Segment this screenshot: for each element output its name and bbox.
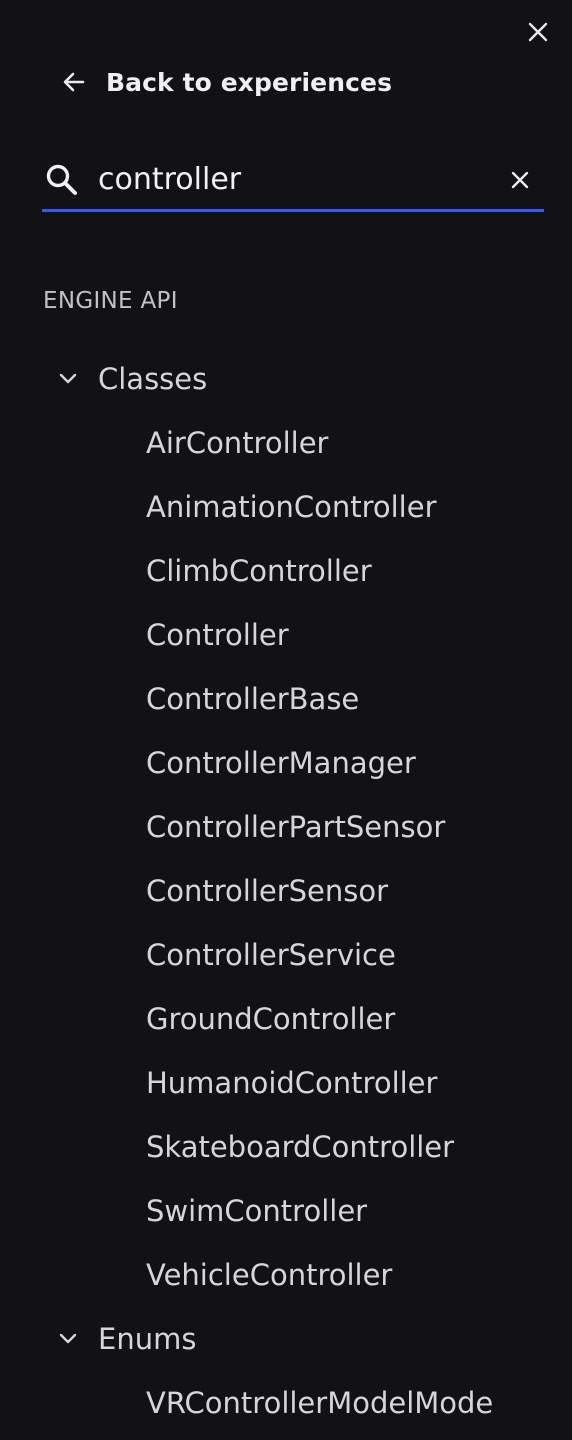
tree-item-label: VRControllerModelMode bbox=[146, 1386, 494, 1420]
back-to-experiences-link[interactable]: Back to experiences bbox=[58, 60, 392, 104]
tree-item-label: ControllerPartSensor bbox=[146, 810, 446, 844]
tree-item[interactable]: VehicleController bbox=[0, 1243, 572, 1307]
tree-item-label: SkateboardController bbox=[146, 1130, 455, 1164]
section-heading: ENGINE API bbox=[43, 288, 178, 314]
close-icon bbox=[511, 171, 529, 188]
tree-item-label: ControllerBase bbox=[146, 682, 360, 716]
tree-item[interactable]: ControllerManager bbox=[0, 731, 572, 795]
close-icon bbox=[528, 22, 548, 42]
arrow-left-icon bbox=[58, 66, 90, 98]
tree-group-enums[interactable]: Enums bbox=[0, 1307, 572, 1371]
chevron-down-icon bbox=[52, 363, 84, 395]
tree-group-label: Enums bbox=[98, 1322, 197, 1356]
tree-item-label: ControllerManager bbox=[146, 746, 416, 780]
chevron-down-icon bbox=[52, 1323, 84, 1355]
tree-item[interactable]: ControllerBase bbox=[0, 667, 572, 731]
tree-item-label: ControllerService bbox=[146, 938, 396, 972]
tree-item-label: AnimationController bbox=[146, 490, 437, 524]
tree-item-label: SwimController bbox=[146, 1194, 368, 1228]
back-link-label: Back to experiences bbox=[106, 67, 393, 97]
tree-item[interactable]: SwimController bbox=[0, 1179, 572, 1243]
search-icon bbox=[42, 160, 82, 200]
search-bar bbox=[42, 150, 544, 212]
tree-item[interactable]: HumanoidController bbox=[0, 1051, 572, 1115]
tree-item-label: VehicleController bbox=[146, 1258, 393, 1292]
tree-item-label: ControllerSensor bbox=[146, 874, 389, 908]
tree-item[interactable]: ControllerPartSensor bbox=[0, 795, 572, 859]
tree-item[interactable]: GroundController bbox=[0, 987, 572, 1051]
tree-item[interactable]: Controller bbox=[0, 603, 572, 667]
tree-item-label: ClimbController bbox=[146, 554, 372, 588]
tree-item-label: HumanoidController bbox=[146, 1066, 438, 1100]
tree-item[interactable]: SkateboardController bbox=[0, 1115, 572, 1179]
tree-item[interactable]: ClimbController bbox=[0, 539, 572, 603]
tree-item[interactable]: ControllerSensor bbox=[0, 859, 572, 923]
tree-group-label: Classes bbox=[98, 362, 208, 396]
tree-item-label: AirController bbox=[146, 426, 329, 460]
docs-nav-panel: Back to experiences ENGINE API Classes A… bbox=[0, 0, 572, 1440]
tree-item-label: GroundController bbox=[146, 1002, 396, 1036]
tree-item-label: Controller bbox=[146, 618, 289, 652]
results-tree: Classes AirController AnimationControlle… bbox=[0, 347, 572, 1435]
search-input[interactable] bbox=[98, 151, 500, 208]
tree-item[interactable]: ControllerService bbox=[0, 923, 572, 987]
tree-item[interactable]: VRControllerModelMode bbox=[0, 1371, 572, 1435]
tree-group-classes[interactable]: Classes bbox=[0, 347, 572, 411]
close-button[interactable] bbox=[524, 18, 552, 46]
clear-search-button[interactable] bbox=[500, 160, 540, 200]
tree-item[interactable]: AirController bbox=[0, 411, 572, 475]
tree-item[interactable]: AnimationController bbox=[0, 475, 572, 539]
